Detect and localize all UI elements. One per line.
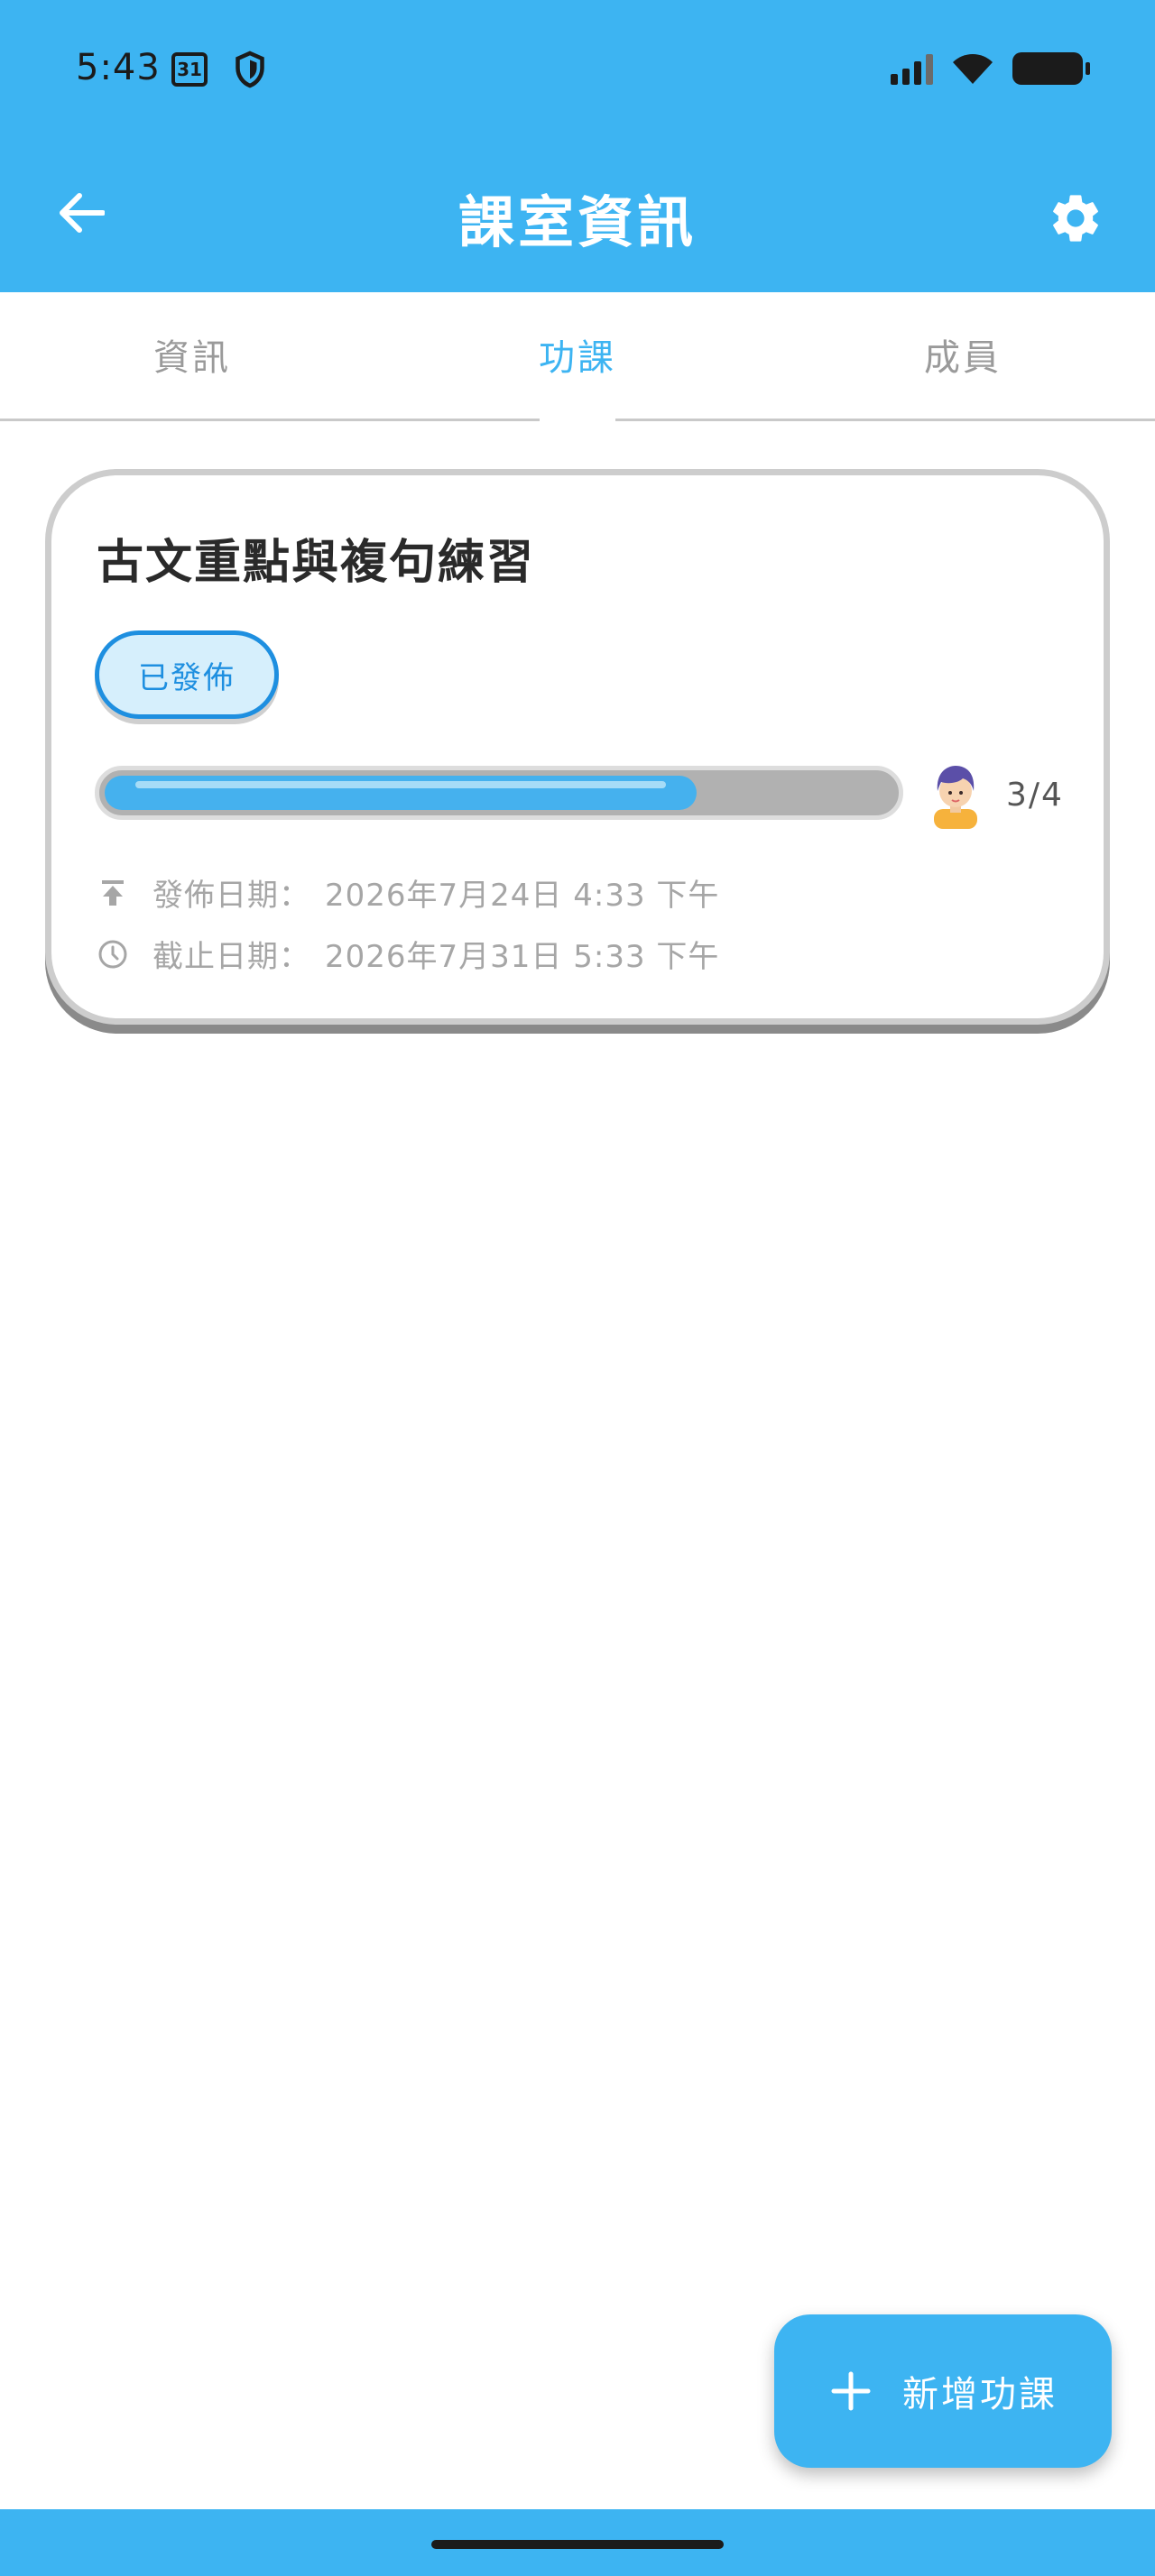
signal-icon [891,52,933,85]
tab-homework[interactable]: 功課 [385,328,770,381]
assignment-card[interactable]: 古文重點與複句練習 已發佈 3/4 發佈日期： 2026年7月24日 4:33 … [45,469,1110,1025]
plus-icon [831,2371,871,2411]
tab-members[interactable]: 成員 [771,328,1155,381]
progress-highlight [135,781,666,788]
tab-divider-right [615,419,1155,421]
add-homework-label: 新增功課 [902,2374,1058,2415]
top-app-bar: 5:43 31 課室資訊 [0,0,1155,292]
settings-button[interactable] [1041,184,1110,253]
status-time: 5:43 [76,47,161,88]
add-homework-button[interactable]: 新增功課 [774,2314,1112,2468]
gesture-bar [0,2509,1155,2576]
due-date-value: 2026年7月31日 5:33 下午 [325,939,720,975]
assignment-title: 古文重點與複句練習 [97,536,536,590]
student-avatar-icon [934,766,977,829]
shield-icon [236,51,264,88]
status-icons [891,51,1090,87]
due-date-label: 截止日期： [152,939,310,975]
publish-date-value: 2026年7月24日 4:33 下午 [325,878,720,914]
screen: 5:43 31 課室資訊 資訊 功課 成員 古文重點與複句練習 已發佈 3/4 … [0,0,1155,2576]
status-badge: 已發佈 [95,630,279,719]
publish-date-label: 發佈日期： [152,878,310,914]
clock-icon [97,938,129,971]
gear-icon [1053,195,1098,242]
home-indicator[interactable] [431,2540,724,2549]
calendar-icon: 31 [171,52,208,87]
publish-date-row: 發佈日期： 2026年7月24日 4:33 下午 [97,870,719,915]
tab-divider-left [0,419,540,421]
battery-icon [1012,52,1090,85]
submission-progress-bar [95,766,903,820]
submission-count: 3/4 [1006,777,1064,814]
tab-info[interactable]: 資訊 [0,328,384,381]
due-date-row: 截止日期： 2026年7月31日 5:33 下午 [97,932,719,976]
publish-icon [97,877,129,909]
tab-bar: 資訊 功課 成員 [0,292,1155,422]
page-title: 課室資訊 [457,189,697,255]
wifi-icon [953,54,993,84]
